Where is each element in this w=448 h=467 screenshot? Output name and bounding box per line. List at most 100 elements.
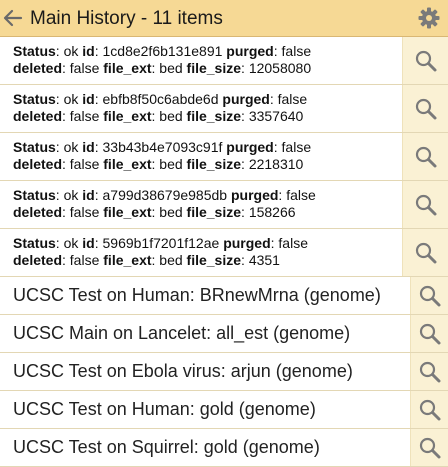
dataset-line-2: deleted: false file_ext: bed file_size: … bbox=[13, 252, 280, 268]
view-dataset-button[interactable] bbox=[402, 229, 448, 276]
file-ext-label: file_ext bbox=[103, 204, 152, 220]
dataset-line-2: deleted: false file_ext: bed file_size: … bbox=[13, 156, 304, 172]
view-item-button[interactable] bbox=[410, 315, 448, 352]
id-label: id bbox=[82, 91, 95, 107]
status-value: ok bbox=[63, 139, 79, 155]
dataset-info[interactable]: Status: ok id: ebfb8f50c6abde6d purged: … bbox=[0, 85, 402, 132]
view-item-button[interactable] bbox=[410, 353, 448, 390]
file-ext-label: file_ext bbox=[103, 60, 152, 76]
history-list: Status: ok id: 1cd8e2f6b131e891 purged: … bbox=[0, 37, 448, 467]
deleted-label: deleted bbox=[13, 108, 63, 124]
view-item-button[interactable] bbox=[410, 277, 448, 314]
dataset-line-2: deleted: false file_ext: bed file_size: … bbox=[13, 204, 296, 220]
id-label: id bbox=[82, 187, 95, 203]
file-ext-value: bed bbox=[159, 108, 183, 124]
dataset-row[interactable]: Status: ok id: 5969b1f7201f12ae purged: … bbox=[0, 229, 448, 277]
view-dataset-button[interactable] bbox=[402, 85, 448, 132]
deleted-value: false bbox=[69, 156, 100, 172]
id-value: 33b43b4e7093c91f bbox=[102, 139, 223, 155]
dataset-info[interactable]: Status: ok id: 5969b1f7201f12ae purged: … bbox=[0, 229, 402, 276]
purged-label: purged bbox=[226, 139, 274, 155]
file-ext-label: file_ext bbox=[103, 156, 152, 172]
status-label: Status bbox=[13, 43, 56, 59]
id-label: id bbox=[82, 139, 95, 155]
status-value: ok bbox=[63, 187, 79, 203]
file-size-value: 4351 bbox=[248, 252, 280, 268]
purged-label: purged bbox=[223, 235, 271, 251]
list-item[interactable]: UCSC Test on Ebola virus: arjun (genome) bbox=[0, 353, 448, 391]
status-value: ok bbox=[63, 91, 79, 107]
dataset-line-2: deleted: false file_ext: bed file_size: … bbox=[13, 108, 304, 124]
arrow-left-icon[interactable] bbox=[2, 7, 24, 29]
page-title: Main History - 11 items bbox=[30, 8, 223, 29]
list-item[interactable]: UCSC Test on Human: BRnewMrna (genome) bbox=[0, 277, 448, 315]
status-label: Status bbox=[13, 187, 56, 203]
id-value: 1cd8e2f6b131e891 bbox=[102, 43, 223, 59]
list-item[interactable]: UCSC Test on Squirrel: gold (genome) bbox=[0, 429, 448, 467]
view-item-button[interactable] bbox=[410, 391, 448, 428]
view-dataset-button[interactable] bbox=[402, 37, 448, 84]
dataset-row[interactable]: Status: ok id: ebfb8f50c6abde6d purged: … bbox=[0, 85, 448, 133]
dataset-info[interactable]: Status: ok id: 33b43b4e7093c91f purged: … bbox=[0, 133, 402, 180]
view-dataset-button[interactable] bbox=[402, 181, 448, 228]
list-item-label[interactable]: UCSC Test on Human: gold (genome) bbox=[0, 391, 402, 428]
dataset-row[interactable]: Status: ok id: a799d38679e985db purged: … bbox=[0, 181, 448, 229]
list-item-label[interactable]: UCSC Test on Squirrel: gold (genome) bbox=[0, 429, 402, 466]
status-label: Status bbox=[13, 91, 56, 107]
header-bar: Main History - 11 items bbox=[0, 0, 448, 37]
deleted-value: false bbox=[69, 204, 100, 220]
purged-value: false bbox=[286, 187, 316, 203]
purged-value: false bbox=[281, 43, 312, 59]
file-size-value: 12058080 bbox=[248, 60, 312, 76]
file-ext-value: bed bbox=[159, 60, 183, 76]
purged-label: purged bbox=[226, 43, 274, 59]
file-ext-value: bed bbox=[159, 204, 183, 220]
list-item-label[interactable]: UCSC Test on Human: BRnewMrna (genome) bbox=[0, 277, 402, 314]
status-value: ok bbox=[63, 235, 79, 251]
file-ext-label: file_ext bbox=[103, 108, 152, 124]
dataset-line-1: Status: ok id: ebfb8f50c6abde6d purged: … bbox=[13, 91, 308, 107]
dataset-line-1: Status: ok id: 33b43b4e7093c91f purged: … bbox=[13, 139, 312, 155]
dataset-line-1: Status: ok id: a799d38679e985db purged: … bbox=[13, 187, 316, 203]
file-size-value: 158266 bbox=[248, 204, 296, 220]
file-size-value: 3357640 bbox=[248, 108, 304, 124]
file-size-label: file_size bbox=[186, 252, 242, 268]
list-item[interactable]: UCSC Test on Human: gold (genome) bbox=[0, 391, 448, 429]
file-ext-value: bed bbox=[159, 252, 183, 268]
list-item-label[interactable]: UCSC Test on Ebola virus: arjun (genome) bbox=[0, 353, 402, 390]
file-size-label: file_size bbox=[186, 204, 242, 220]
dataset-line-2: deleted: false file_ext: bed file_size: … bbox=[13, 60, 312, 76]
dataset-row[interactable]: Status: ok id: 33b43b4e7093c91f purged: … bbox=[0, 133, 448, 181]
dataset-info[interactable]: Status: ok id: a799d38679e985db purged: … bbox=[0, 181, 402, 228]
file-size-label: file_size bbox=[186, 108, 242, 124]
gear-icon[interactable] bbox=[418, 7, 440, 29]
dataset-line-1: Status: ok id: 5969b1f7201f12ae purged: … bbox=[13, 235, 308, 251]
list-item[interactable]: UCSC Main on Lancelet: all_est (genome) bbox=[0, 315, 448, 353]
purged-value: false bbox=[278, 235, 308, 251]
file-ext-label: file_ext bbox=[103, 252, 152, 268]
id-label: id bbox=[82, 43, 95, 59]
view-dataset-button[interactable] bbox=[402, 133, 448, 180]
file-ext-value: bed bbox=[159, 156, 183, 172]
status-label: Status bbox=[13, 235, 56, 251]
file-size-value: 2218310 bbox=[248, 156, 304, 172]
id-value: 5969b1f7201f12ae bbox=[102, 235, 220, 251]
dataset-line-1: Status: ok id: 1cd8e2f6b131e891 purged: … bbox=[13, 43, 312, 59]
file-size-label: file_size bbox=[186, 156, 242, 172]
deleted-label: deleted bbox=[13, 60, 63, 76]
dataset-row[interactable]: Status: ok id: 1cd8e2f6b131e891 purged: … bbox=[0, 37, 448, 85]
dataset-info[interactable]: Status: ok id: 1cd8e2f6b131e891 purged: … bbox=[0, 37, 402, 84]
purged-value: false bbox=[277, 91, 308, 107]
deleted-value: false bbox=[69, 108, 100, 124]
view-item-button[interactable] bbox=[410, 429, 448, 466]
id-value: ebfb8f50c6abde6d bbox=[102, 91, 219, 107]
deleted-label: deleted bbox=[13, 204, 63, 220]
status-value: ok bbox=[63, 43, 79, 59]
deleted-value: false bbox=[69, 60, 100, 76]
purged-label: purged bbox=[222, 91, 270, 107]
list-item-label[interactable]: UCSC Main on Lancelet: all_est (genome) bbox=[0, 315, 402, 352]
id-value: a799d38679e985db bbox=[102, 187, 228, 203]
purged-label: purged bbox=[230, 187, 279, 203]
deleted-label: deleted bbox=[13, 156, 63, 172]
id-label: id bbox=[82, 235, 95, 251]
